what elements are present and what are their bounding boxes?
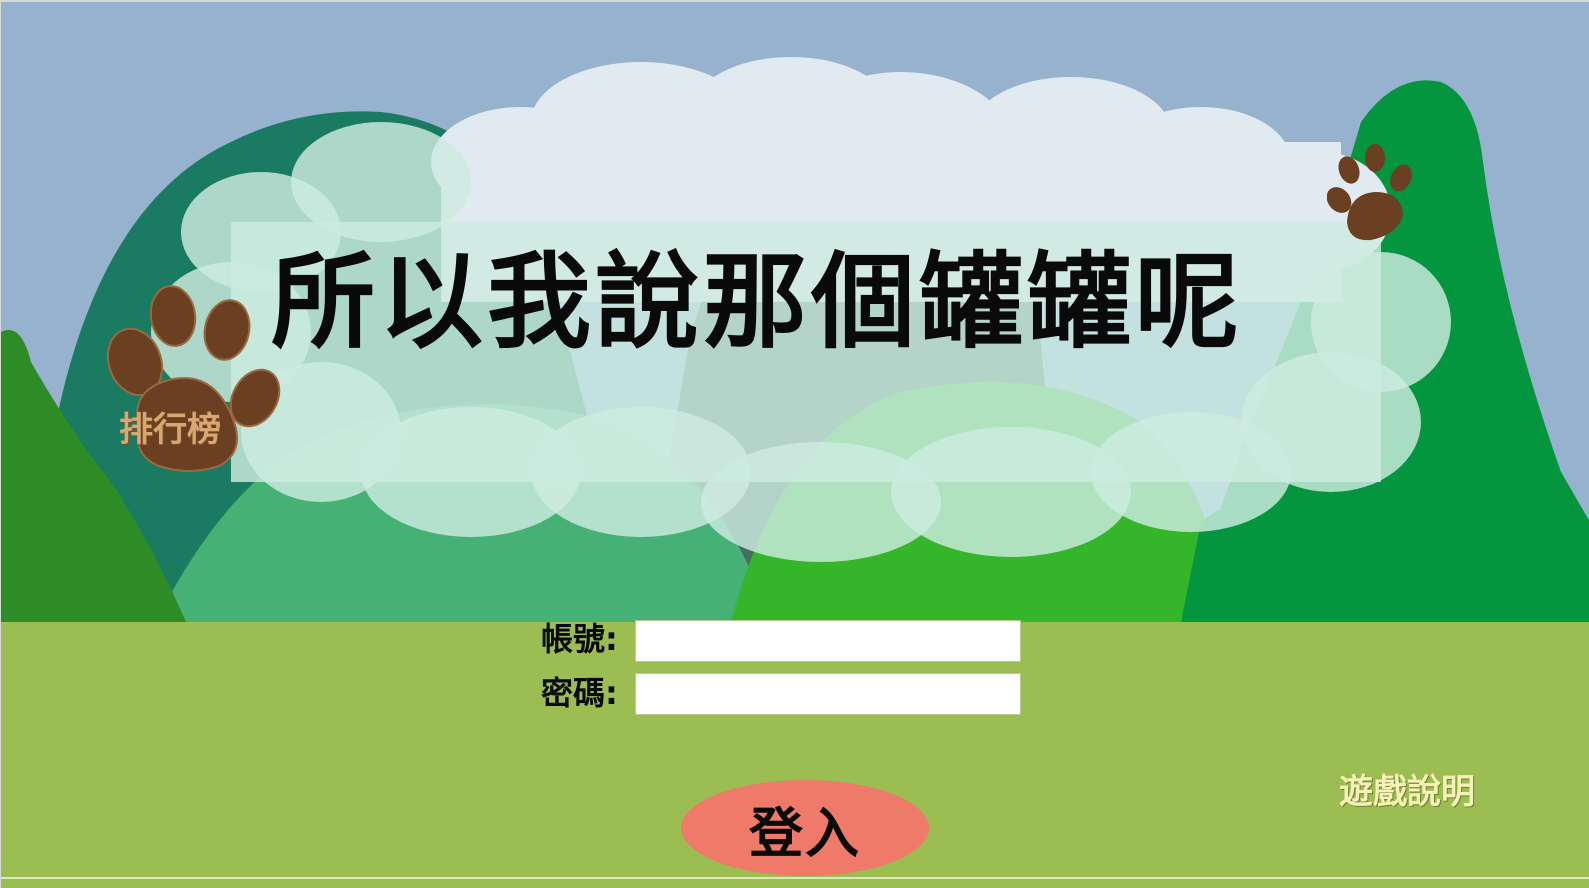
account-label: 帳號: <box>541 620 618 658</box>
game-start-screen: 所以我說那個罐罐呢 排行榜 帳號: 密碼: 登入 遊戲說明 <box>0 0 1589 888</box>
account-input[interactable] <box>635 620 1021 662</box>
ranking-button[interactable] <box>99 280 287 476</box>
login-button[interactable]: 登入 <box>681 780 929 876</box>
decorative-paw <box>1326 144 1415 242</box>
password-label: 密碼: <box>541 674 618 712</box>
paw-icon <box>106 285 281 472</box>
game-instructions-link[interactable]: 遊戲說明 <box>1339 764 1475 813</box>
game-title: 所以我說那個罐罐呢 <box>271 241 1244 363</box>
paw-small-icon <box>1326 144 1412 241</box>
password-input[interactable] <box>635 673 1021 715</box>
